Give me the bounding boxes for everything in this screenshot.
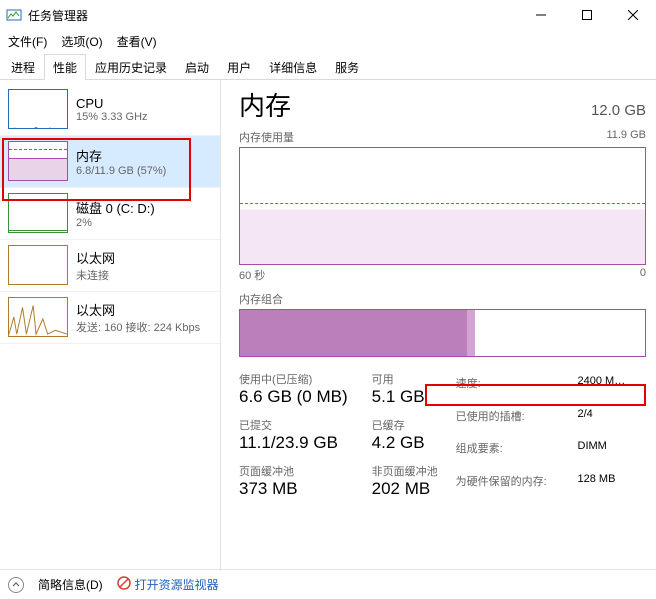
menubar: 文件(F) 选项(O) 查看(V) <box>0 30 656 52</box>
sidebar-label: 磁盘 0 (C: D:) <box>76 198 155 217</box>
sidebar-item-ethernet-1[interactable]: 以太网 未连接 <box>0 240 220 292</box>
sidebar-item-cpu[interactable]: CPU 15% 3.33 GHz <box>0 84 220 136</box>
resource-monitor-icon <box>117 576 131 593</box>
chart-label-right: 11.9 GB <box>606 129 646 145</box>
sidebar-sub: 发送: 160 接收: 224 Kbps <box>76 319 200 335</box>
sidebar-label: 内存 <box>76 146 166 165</box>
stat-in-use: 6.6 GB (0 MB) <box>239 387 348 407</box>
main-panel: 内存 12.0 GB 内存使用量 11.9 GB 60 秒 0 内存组合 使用中… <box>221 80 656 571</box>
tab-services[interactable]: 服务 <box>326 54 368 79</box>
sidebar-sub: 15% 3.33 GHz <box>76 111 148 123</box>
ethernet-thumb <box>8 245 68 285</box>
menu-view[interactable]: 查看(V) <box>117 33 157 50</box>
sidebar-item-ethernet-2[interactable]: 以太网 发送: 160 接收: 224 Kbps <box>0 292 220 344</box>
sidebar-item-memory[interactable]: 内存 6.8/11.9 GB (57%) <box>0 136 220 188</box>
maximize-button[interactable] <box>564 0 610 30</box>
sidebar-label: CPU <box>76 96 148 111</box>
menu-file[interactable]: 文件(F) <box>8 33 47 50</box>
stats-right: 速度: 2400 M… 已使用的插槽: 2/4 组成要素: DIMM 为硬件保留… <box>456 371 646 499</box>
stat-committed: 11.1/23.9 GB <box>239 433 348 453</box>
memory-thumb <box>8 141 68 181</box>
tab-processes[interactable]: 进程 <box>2 54 44 79</box>
composition-label: 内存组合 <box>239 291 646 307</box>
sidebar-label: 以太网 <box>76 300 200 319</box>
chart-label-left: 内存使用量 <box>239 129 294 145</box>
ethernet-thumb <box>8 297 68 337</box>
close-button[interactable] <box>610 0 656 30</box>
cpu-thumb <box>8 89 68 129</box>
tab-details[interactable]: 详细信息 <box>260 54 326 79</box>
tab-startup[interactable]: 启动 <box>176 54 218 79</box>
stat-label: 已缓存 <box>372 417 438 433</box>
stat-available: 5.1 GB <box>372 387 438 407</box>
stat-nonpaged: 202 MB <box>372 479 438 499</box>
footer: 简略信息(D) 打开资源监视器 <box>0 569 656 599</box>
sidebar-sub: 2% <box>76 217 155 229</box>
resource-monitor-label: 打开资源监视器 <box>135 576 219 593</box>
memory-total: 12.0 GB <box>591 102 646 119</box>
chevron-up-icon[interactable] <box>8 577 24 593</box>
memory-composition-chart[interactable] <box>239 309 646 357</box>
sidebar-label: 以太网 <box>76 248 115 267</box>
disk-thumb <box>8 193 68 233</box>
page-title: 内存 <box>239 86 291 123</box>
chart-x-right: 0 <box>640 267 646 283</box>
app-icon <box>6 7 22 23</box>
chart-x-left: 60 秒 <box>239 267 265 283</box>
stat-label: 页面缓冲池 <box>239 463 348 479</box>
stats-left: 使用中(已压缩) 6.6 GB (0 MB) 可用 5.1 GB 已提交 11.… <box>239 371 438 499</box>
hwreserved-label: 为硬件保留的内存: <box>456 473 568 500</box>
memory-usage-chart[interactable] <box>239 147 646 265</box>
form-value: DIMM <box>578 440 647 467</box>
slots-label: 已使用的插槽: <box>456 408 568 435</box>
menu-options[interactable]: 选项(O) <box>61 33 102 50</box>
fewer-details-link[interactable]: 简略信息(D) <box>38 576 103 593</box>
stat-label: 已提交 <box>239 417 348 433</box>
stat-label: 可用 <box>372 371 438 387</box>
tab-app-history[interactable]: 应用历史记录 <box>86 54 176 79</box>
titlebar: 任务管理器 <box>0 0 656 30</box>
stat-label: 使用中(已压缩) <box>239 371 348 387</box>
tab-performance[interactable]: 性能 <box>44 54 86 80</box>
stat-label: 非页面缓冲池 <box>372 463 438 479</box>
content: CPU 15% 3.33 GHz 内存 6.8/11.9 GB (57%) 磁盘… <box>0 80 656 571</box>
tab-users[interactable]: 用户 <box>218 54 260 79</box>
sidebar-sub: 未连接 <box>76 267 115 283</box>
window-controls <box>518 0 656 30</box>
slots-value: 2/4 <box>578 408 647 435</box>
sidebar: CPU 15% 3.33 GHz 内存 6.8/11.9 GB (57%) 磁盘… <box>0 80 221 571</box>
stat-cached: 4.2 GB <box>372 433 438 453</box>
form-label: 组成要素: <box>456 440 568 467</box>
hwreserved-value: 128 MB <box>578 473 647 500</box>
speed-value: 2400 M… <box>578 375 647 402</box>
stat-paged: 373 MB <box>239 479 348 499</box>
sidebar-sub: 6.8/11.9 GB (57%) <box>76 165 166 177</box>
window-title: 任务管理器 <box>28 7 518 24</box>
speed-label: 速度: <box>456 375 568 402</box>
minimize-button[interactable] <box>518 0 564 30</box>
sidebar-item-disk[interactable]: 磁盘 0 (C: D:) 2% <box>0 188 220 240</box>
tabbar: 进程 性能 应用历史记录 启动 用户 详细信息 服务 <box>0 54 656 80</box>
resource-monitor-link[interactable]: 打开资源监视器 <box>117 576 219 593</box>
